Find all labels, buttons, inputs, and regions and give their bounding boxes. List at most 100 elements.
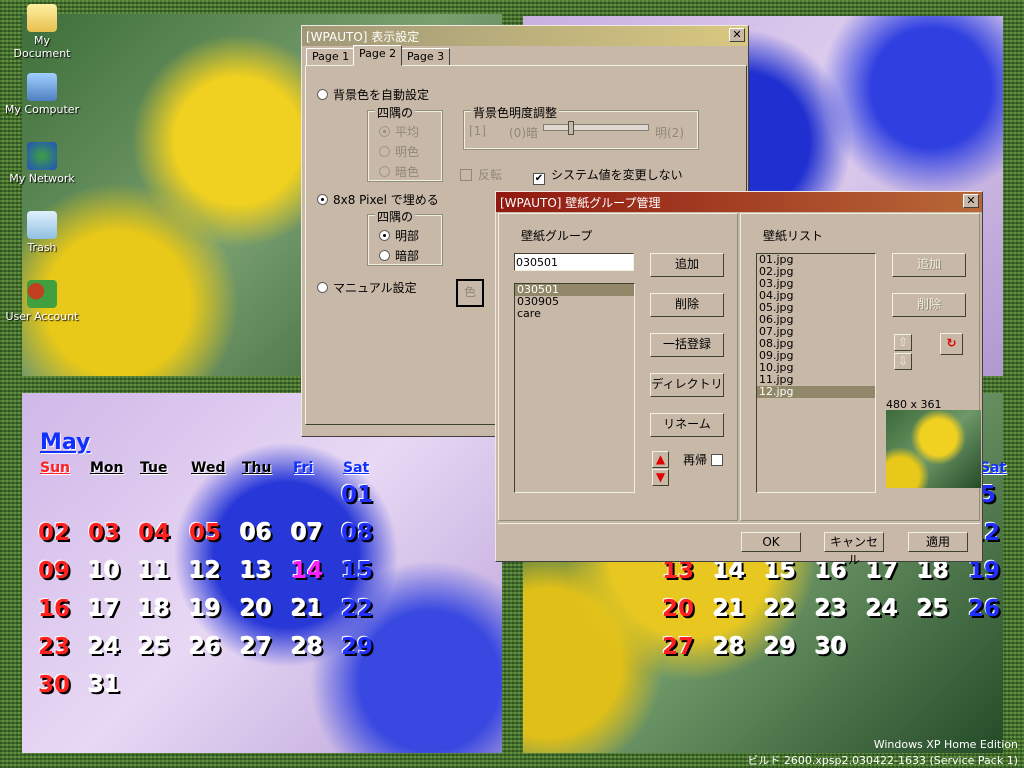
calendar-day: 30 bbox=[38, 672, 71, 698]
tab-page3[interactable]: Page 3 bbox=[401, 48, 451, 66]
calendar-day: 28 bbox=[291, 634, 324, 660]
ok-button[interactable]: OK bbox=[741, 532, 801, 552]
title-bar[interactable]: [WPAUTO] 表示設定 ✕ bbox=[302, 26, 748, 46]
corners-group: 四隅の 平均 明色 暗色 bbox=[367, 104, 443, 182]
desktop-icon-trash[interactable]: Trash bbox=[4, 211, 80, 254]
keep-system-checkbox[interactable]: ✔ システム値を変更しない bbox=[533, 166, 683, 185]
manual-radio[interactable]: マニュアル設定 bbox=[317, 279, 417, 296]
calendar-day: 26 bbox=[189, 634, 222, 660]
calendar-day: 21 bbox=[713, 596, 746, 622]
calendar-day: 19 bbox=[189, 596, 222, 622]
cancel-button[interactable]: キャンセル bbox=[824, 532, 884, 567]
close-button[interactable]: ✕ bbox=[729, 28, 745, 42]
desktop-icon-user-account[interactable]: User Account bbox=[4, 280, 80, 323]
file-up-button[interactable]: ⇧ bbox=[894, 334, 912, 351]
calendar-day: 05 bbox=[189, 520, 222, 546]
calendar-day: 25 bbox=[138, 634, 171, 660]
file-down-button[interactable]: ⇩ bbox=[894, 353, 912, 370]
weekday-header: Fri bbox=[293, 460, 314, 476]
avg-radio[interactable]: 平均 bbox=[379, 123, 419, 140]
calendar-day: 11 bbox=[138, 558, 171, 584]
brightness-slider[interactable] bbox=[543, 121, 649, 135]
calendar-day: 23 bbox=[815, 596, 848, 622]
directory-button[interactable]: ディレクトリ bbox=[650, 373, 724, 397]
apply-button[interactable]: 適用 bbox=[908, 532, 968, 552]
tab-page2[interactable]: Page 2 bbox=[353, 45, 403, 66]
weekday-header: Tue bbox=[140, 460, 168, 476]
move-up-button[interactable]: ▲ bbox=[652, 451, 669, 468]
invert-checkbox[interactable]: 反転 bbox=[460, 166, 502, 183]
recurse-checkbox[interactable]: 再帰 bbox=[683, 451, 723, 468]
group-name-input[interactable] bbox=[514, 253, 634, 271]
folder-icon bbox=[27, 4, 57, 32]
desktop-icon-my-computer[interactable]: My Computer bbox=[4, 73, 80, 116]
wallpaper-group-dialog: [WPAUTO] 壁紙グループ管理 ✕ 壁紙グループ 030501030905ca… bbox=[495, 191, 983, 567]
os-build: ビルド 2600.xpsp2.030422-1633 (Service Pack… bbox=[747, 754, 1018, 767]
calendar-day: 16 bbox=[38, 596, 71, 622]
list-item[interactable]: care bbox=[515, 308, 634, 320]
calendar-day: 27 bbox=[662, 634, 695, 660]
auto-bg-radio[interactable]: 背景色を自動設定 bbox=[317, 86, 429, 103]
refresh-icon[interactable]: ↻ bbox=[940, 333, 963, 355]
calendar-day: 06 bbox=[240, 520, 273, 546]
weekday-header: Sat bbox=[980, 460, 1007, 476]
title-bar[interactable]: [WPAUTO] 壁紙グループ管理 ✕ bbox=[496, 192, 982, 212]
trash-icon bbox=[27, 211, 57, 239]
calendar-day: 30 bbox=[815, 634, 848, 660]
os-edition: Windows XP Home Edition bbox=[873, 738, 1018, 751]
calendar-day: 31 bbox=[88, 672, 121, 698]
wallpaper-preview bbox=[886, 410, 981, 488]
calendar-day: 27 bbox=[240, 634, 273, 660]
move-down-button[interactable]: ▼ bbox=[652, 469, 669, 486]
calendar-day: 17 bbox=[88, 596, 121, 622]
desktop-icon-my-document[interactable]: My Document bbox=[4, 4, 80, 60]
icon-label: My Document bbox=[13, 34, 71, 60]
rename-button[interactable]: リネーム bbox=[650, 413, 724, 437]
icon-label: My Network bbox=[9, 172, 75, 185]
icon-label: My Computer bbox=[4, 103, 80, 116]
file-list[interactable]: 01.jpg 02.jpg 03.jpg 04.jpg 05.jpg 06.jpg 07.j… bbox=[756, 253, 876, 493]
list-item[interactable]: 12.jpg bbox=[757, 386, 875, 398]
divider bbox=[498, 523, 980, 524]
brightness-group: 背景色明度調整 [1] (0)暗 明(2) bbox=[463, 104, 699, 150]
group-list[interactable]: 030501 030905 care bbox=[514, 283, 635, 493]
brightness-value: [1] bbox=[469, 124, 486, 138]
color-button[interactable]: 色 bbox=[456, 279, 484, 307]
light-end-label: 明(2) bbox=[655, 126, 684, 140]
calendar-day: 24 bbox=[866, 596, 899, 622]
delete-group-button[interactable]: 削除 bbox=[650, 293, 724, 317]
calendar-day: 03 bbox=[88, 520, 121, 546]
delete-file-button[interactable]: 削除 bbox=[892, 293, 966, 317]
add-group-button[interactable]: 追加 bbox=[650, 253, 724, 277]
dark-part-radio[interactable]: 暗部 bbox=[379, 247, 419, 264]
calendar-day: 12 bbox=[189, 558, 222, 584]
calendar-day: 14 bbox=[291, 558, 324, 584]
calendar-day: 15 bbox=[341, 558, 374, 584]
calendar-day: 02 bbox=[38, 520, 71, 546]
close-button[interactable]: ✕ bbox=[963, 194, 979, 208]
calendar-day: 20 bbox=[662, 596, 695, 622]
dialog-title: [WPAUTO] 表示設定 bbox=[306, 30, 420, 44]
calendar-day: 24 bbox=[88, 634, 121, 660]
icon-label: Trash bbox=[27, 241, 57, 254]
calendar-day: 20 bbox=[240, 596, 273, 622]
dialog-title: [WPAUTO] 壁紙グループ管理 bbox=[500, 196, 661, 210]
weekday-header: Sun bbox=[40, 460, 71, 476]
calendar-day: 29 bbox=[764, 634, 797, 660]
calendar-day: 22 bbox=[764, 596, 797, 622]
desktop-icon-my-network[interactable]: My Network bbox=[4, 142, 80, 185]
add-file-button[interactable]: 追加 bbox=[892, 253, 966, 277]
weekday-header: Sat bbox=[343, 460, 370, 476]
dark-radio[interactable]: 暗色 bbox=[379, 163, 419, 180]
light-radio[interactable]: 明色 bbox=[379, 143, 419, 160]
bright-part-radio[interactable]: 明部 bbox=[379, 227, 419, 244]
bulk-register-button[interactable]: 一括登録 bbox=[650, 333, 724, 357]
calendar-day: 18 bbox=[138, 596, 171, 622]
calendar-day: 29 bbox=[341, 634, 374, 660]
calendar-day: 25 bbox=[917, 596, 950, 622]
tab-page1[interactable]: Page 1 bbox=[306, 48, 356, 66]
fill8-radio[interactable]: 8x8 Pixel で埋める bbox=[317, 191, 439, 208]
calendar-day: 13 bbox=[240, 558, 273, 584]
user-account-icon bbox=[27, 280, 57, 308]
calendar-day: 21 bbox=[291, 596, 324, 622]
